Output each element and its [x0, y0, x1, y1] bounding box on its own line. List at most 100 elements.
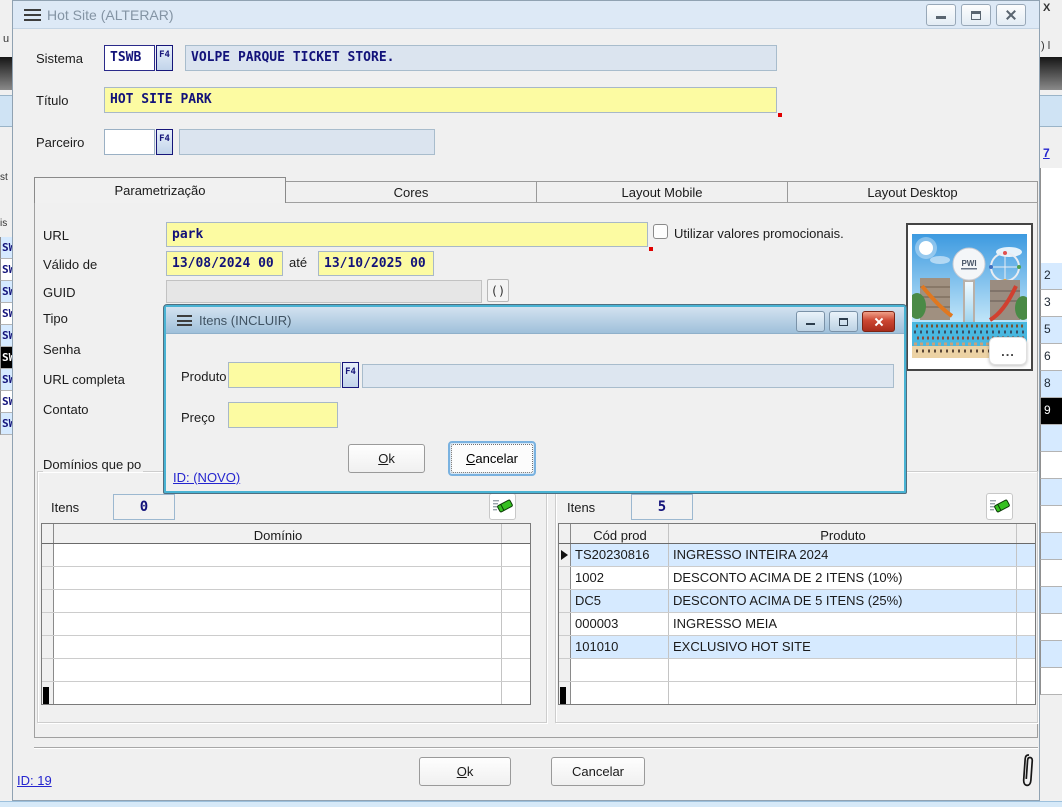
table-row: [42, 659, 530, 682]
background-row: [1040, 452, 1062, 479]
itens-incluir-dialog: Itens (INCLUIR) Produto F4 Preço Ok Canc…: [163, 304, 907, 494]
produtos-grid-body: TS20230816INGRESSO INTEIRA 20241002DESCO…: [559, 544, 1035, 705]
valido-to-input[interactable]: 13/10/2025 00: [318, 251, 434, 276]
background-row: [1040, 425, 1062, 452]
dialog-minimize-button[interactable]: [796, 311, 825, 332]
right-itens-count: 5: [631, 494, 693, 520]
promo-checkbox[interactable]: [653, 224, 668, 239]
close-button[interactable]: [996, 4, 1026, 26]
minimize-button[interactable]: [926, 4, 956, 26]
col-cod-prod: Cód prod: [571, 524, 669, 543]
background-row: 3: [1040, 290, 1062, 317]
tab-cores[interactable]: Cores: [286, 181, 537, 202]
table-row[interactable]: 000003INGRESSO MEIA: [559, 613, 1035, 636]
tab-layout-desktop[interactable]: Layout Desktop: [788, 181, 1038, 202]
dominios-grid-body: [42, 544, 530, 705]
dialog-close-button[interactable]: [862, 311, 895, 332]
background-row: [1040, 479, 1062, 506]
maximize-button[interactable]: [961, 4, 991, 26]
url-label: URL: [43, 228, 69, 243]
sistema-f4-button[interactable]: F4: [156, 45, 173, 71]
left-clear-filter-button[interactable]: [489, 493, 516, 520]
dialog-cancel-button[interactable]: Cancelar: [448, 441, 536, 476]
background-row: SW: [0, 259, 12, 281]
titulo-input[interactable]: HOT SITE PARK: [104, 87, 777, 113]
contato-label: Contato: [43, 402, 89, 417]
background-row: SW: [0, 281, 12, 303]
background-link-fragment: 7: [1043, 146, 1050, 160]
url-input[interactable]: park: [166, 222, 648, 247]
produto-name-field: [362, 364, 894, 388]
cancel-button[interactable]: Cancelar: [551, 757, 645, 786]
sistema-name-field: VOLPE PARQUE TICKET STORE.: [185, 45, 777, 71]
table-row: [559, 659, 1035, 682]
parceiro-code-input[interactable]: [104, 129, 155, 155]
ate-label: até: [289, 255, 307, 270]
sistema-code-input[interactable]: TSWB: [104, 45, 155, 71]
maximize-icon: [839, 318, 848, 326]
url-completa-label: URL completa: [43, 372, 125, 387]
parceiro-f4-button[interactable]: F4: [156, 129, 173, 155]
promo-checkbox-label: Utilizar valores promocionais.: [674, 226, 844, 241]
screen: u st is SWSWSWSWSWSWSWSWSW X ) l 7 23568…: [0, 0, 1062, 807]
background-window-right-edge: X ) l 7 235689: [1040, 0, 1062, 807]
table-row[interactable]: 1002DESCONTO ACIMA DE 2 ITENS (10%): [559, 567, 1035, 590]
produto-input[interactable]: [228, 362, 341, 388]
dominios-grid: Domínio: [41, 523, 531, 705]
left-itens-count: 0: [113, 494, 175, 520]
background-row: [1040, 587, 1062, 614]
window-menu-icon[interactable]: [24, 9, 41, 21]
table-row: [559, 682, 1035, 705]
background-banner-strip: [0, 95, 12, 127]
dialog-record-id-link[interactable]: ID: (NOVO): [173, 470, 240, 485]
valido-from-input[interactable]: 13/08/2024 00: [166, 251, 283, 276]
table-row[interactable]: TS20230816INGRESSO INTEIRA 2024: [559, 544, 1035, 567]
background-grid-rows: 235689: [1040, 263, 1062, 695]
dialog-ok-button[interactable]: Ok: [348, 444, 425, 473]
background-row: 5: [1040, 317, 1062, 344]
dominios-caption: Domínios que po: [43, 457, 143, 472]
background-image-strip: [1040, 57, 1062, 90]
background-text-fragment: X: [1043, 2, 1050, 14]
minimize-icon: [936, 11, 946, 19]
guid-generate-button[interactable]: (): [487, 279, 509, 302]
paperclip-icon[interactable]: [1019, 751, 1037, 789]
sistema-label: Sistema: [36, 51, 83, 66]
image-more-button[interactable]: ...: [989, 337, 1027, 365]
background-row: SW: [0, 325, 12, 347]
titulo-label: Título: [36, 93, 69, 108]
background-row: [1040, 641, 1062, 668]
close-icon: [1005, 9, 1017, 21]
col-dominio: Domínio: [54, 524, 502, 543]
parceiro-name-field: [179, 129, 435, 155]
background-text-fragment: is: [0, 218, 7, 229]
table-row[interactable]: 101010EXCLUSIVO HOT SITE: [559, 636, 1035, 659]
background-row: [1040, 668, 1062, 695]
background-text-fragment: u: [3, 33, 9, 45]
background-row: [1040, 533, 1062, 560]
table-row[interactable]: DC5DESCONTO ACIMA DE 5 ITENS (25%): [559, 590, 1035, 613]
record-id-link[interactable]: ID: 19: [17, 773, 52, 788]
dialog-titlebar: Itens (INCLUIR): [166, 307, 904, 334]
window-titlebar: Hot Site (ALTERAR): [13, 1, 1039, 29]
required-marker: [778, 113, 782, 117]
dialog-maximize-button[interactable]: [829, 311, 858, 332]
tab-parametrizacao[interactable]: Parametrização: [34, 177, 286, 203]
required-marker: [649, 247, 653, 251]
guid-field: [166, 280, 482, 303]
table-row: [42, 613, 530, 636]
produto-f4-button[interactable]: F4: [342, 362, 359, 388]
col-produto: Produto: [669, 524, 1017, 543]
table-row: [42, 636, 530, 659]
tab-layout-mobile[interactable]: Layout Mobile: [537, 181, 788, 202]
background-image-strip: [0, 57, 12, 90]
dialog-menu-icon[interactable]: [177, 315, 192, 326]
produtos-grid: Cód prod Produto TS20230816INGRESSO INTE…: [558, 523, 1036, 705]
right-clear-filter-button[interactable]: [986, 493, 1013, 520]
left-itens-label: Itens: [51, 500, 79, 515]
background-row: SW: [0, 303, 12, 325]
footer-divider: [34, 747, 1038, 749]
background-row: [1040, 506, 1062, 533]
preco-input[interactable]: [228, 402, 338, 428]
ok-button[interactable]: Ok: [419, 757, 511, 786]
